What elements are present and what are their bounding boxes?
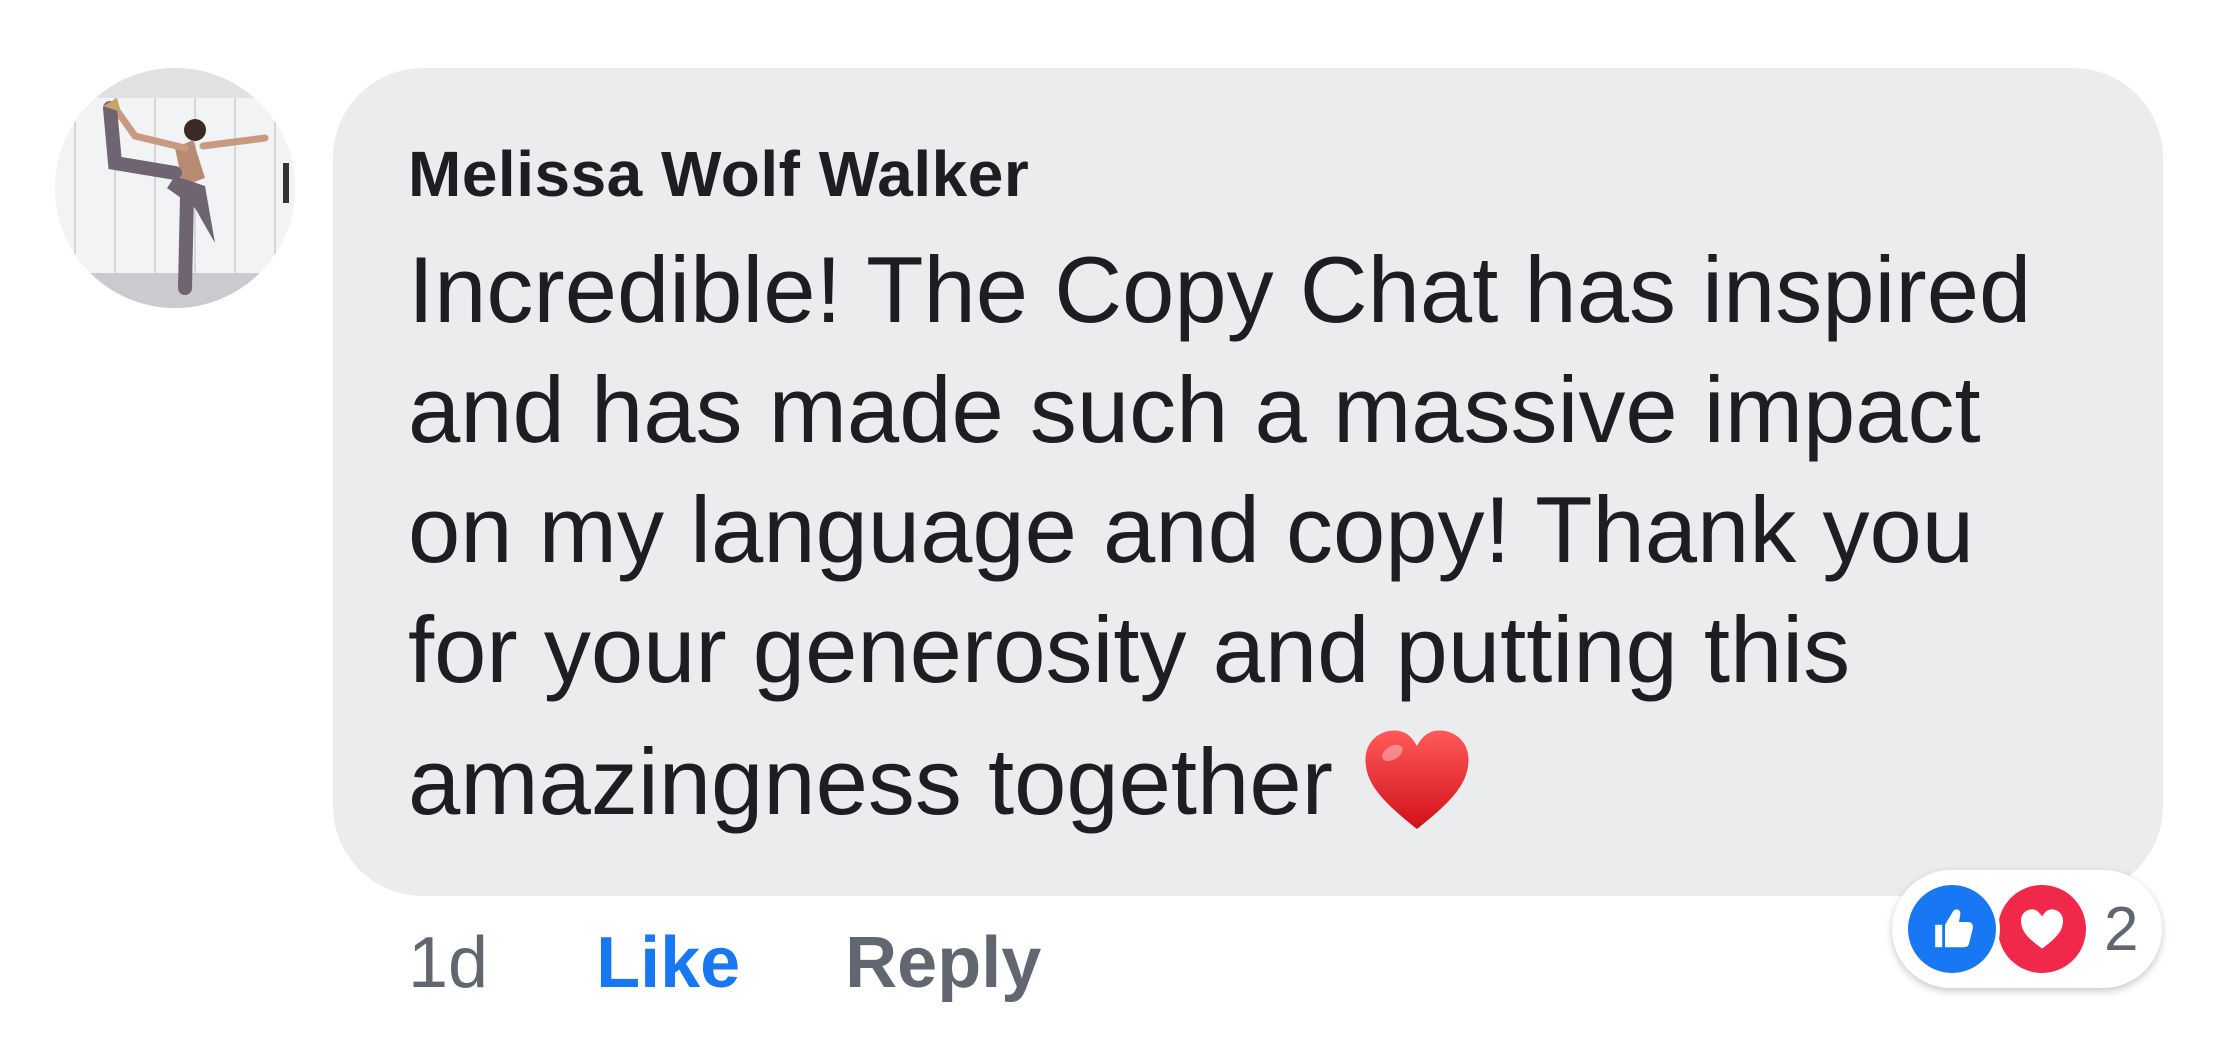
love-reaction-icon (1994, 881, 2090, 977)
comment-timestamp[interactable]: 1d (408, 922, 488, 1004)
comment-text: Incredible! The Copy Chat has inspired a… (408, 230, 2128, 842)
like-reaction-icon (1904, 881, 2000, 977)
comment-text-last-line: amazingness together (408, 722, 2128, 842)
avatar-photo (55, 68, 295, 308)
like-button[interactable]: Like (596, 922, 740, 1004)
heart-emoji-icon (1361, 726, 1473, 838)
reaction-count: 2 (2104, 894, 2139, 964)
comment-text-line: on my language and copy! Thank you (408, 477, 1975, 582)
avatar[interactable] (55, 68, 295, 308)
comment-text-line: amazingness together (408, 729, 1333, 834)
reactions-summary[interactable]: 2 (1892, 870, 2162, 988)
comment-bubble: Melissa Wolf Walker Incredible! The Copy… (333, 68, 2163, 896)
comment-actions: 1d Like Reply (408, 918, 1041, 1008)
comment-text-line: for your generosity and putting this (408, 597, 1851, 702)
reply-button[interactable]: Reply (845, 922, 1041, 1004)
comment-text-line: Incredible! The Copy Chat has inspired (408, 237, 2032, 342)
comment-text-line: and has made such a massive impact (408, 357, 1981, 462)
comment-author[interactable]: Melissa Wolf Walker (408, 142, 2163, 206)
